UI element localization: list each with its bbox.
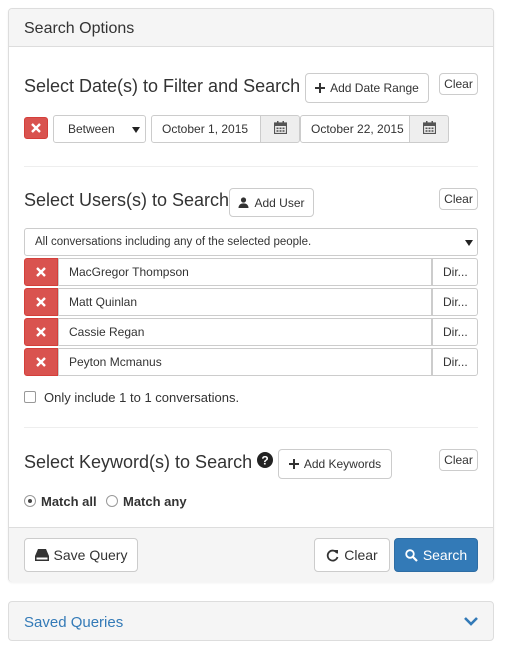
help-icon[interactable]: ? (257, 452, 273, 471)
dates-clear-label: Clear (444, 77, 473, 91)
calendar-icon (273, 121, 287, 137)
match-all-radio[interactable] (24, 495, 36, 507)
close-icon (36, 355, 46, 370)
keywords-section-title: Select Keyword(s) to Search (24, 452, 253, 472)
users-clear-button[interactable]: Clear (439, 188, 478, 210)
remove-user-button[interactable] (24, 258, 58, 286)
user-direction-value: Dir... (443, 355, 468, 369)
one-to-one-label: Only include 1 to 1 conversations. (44, 390, 240, 405)
start-date-value: October 1, 2015 (162, 122, 249, 136)
end-date-picker[interactable] (409, 115, 449, 143)
add-date-range-button[interactable]: Add Date Range (305, 73, 429, 103)
saved-queries-panel[interactable]: Saved Queries (8, 601, 494, 641)
user-direction-select[interactable]: Dir... (432, 318, 478, 346)
save-query-button[interactable]: Save Query (24, 538, 138, 572)
match-all-label: Match all (41, 494, 97, 509)
clear-all-button[interactable]: Clear (314, 538, 390, 572)
section-divider (24, 427, 478, 428)
plus-icon (288, 459, 299, 469)
user-match-mode-value: All conversations including any of the s… (35, 236, 312, 248)
user-name: MacGregor Thompson (69, 265, 189, 279)
clear-all-label: Clear (344, 547, 378, 563)
add-date-range-label: Add Date Range (330, 81, 419, 95)
end-date-input[interactable]: October 22, 2015 (300, 115, 410, 143)
section-divider (24, 166, 478, 167)
remove-date-button[interactable] (24, 117, 48, 139)
user-name: Cassie Regan (69, 325, 145, 339)
search-options-panel: Search Options Select Date(s) to Filter … (8, 8, 494, 582)
dates-clear-button[interactable]: Clear (439, 73, 478, 95)
add-user-button[interactable]: Add User (229, 188, 314, 217)
save-query-label: Save Query (53, 547, 128, 563)
one-to-one-checkbox[interactable] (24, 391, 36, 403)
user-name: Peyton Mcmanus (69, 355, 162, 369)
user-direction-value: Dir... (443, 265, 468, 279)
calendar-icon (422, 121, 436, 137)
plus-icon (315, 83, 326, 93)
remove-user-button[interactable] (24, 318, 58, 346)
close-icon (36, 325, 46, 340)
user-name-field[interactable]: Matt Quinlan (58, 288, 432, 316)
keywords-clear-button[interactable]: Clear (439, 449, 478, 471)
search-label: Search (422, 547, 468, 563)
chevron-down-icon (465, 240, 473, 246)
date-operator-value: Between (68, 122, 115, 136)
panel-heading: Search Options (9, 9, 493, 47)
close-icon (31, 121, 41, 136)
user-direction-select[interactable]: Dir... (432, 288, 478, 316)
user-name: Matt Quinlan (69, 295, 138, 309)
start-date-picker[interactable] (260, 115, 300, 143)
user-name-field[interactable]: Peyton Mcmanus (58, 348, 432, 376)
user-match-mode-select[interactable]: All conversations including any of the s… (24, 228, 478, 256)
user-direction-value: Dir... (443, 325, 468, 339)
panel-title: Search Options (24, 20, 135, 37)
add-keywords-button[interactable]: Add Keywords (278, 449, 392, 479)
user-icon (238, 197, 249, 208)
svg-text:?: ? (261, 454, 268, 468)
user-direction-value: Dir... (443, 295, 468, 309)
add-keywords-label: Add Keywords (303, 457, 382, 471)
users-clear-label: Clear (444, 192, 473, 206)
hdd-icon (34, 549, 49, 561)
end-date-value: October 22, 2015 (311, 122, 404, 136)
chevron-down-icon[interactable] (464, 614, 478, 629)
dates-section-title: Select Date(s) to Filter and Search (24, 76, 301, 96)
chevron-down-icon (132, 127, 140, 133)
add-user-label: Add User (254, 195, 305, 210)
keywords-clear-label: Clear (444, 453, 473, 467)
refresh-icon (326, 549, 339, 562)
user-name-field[interactable]: Cassie Regan (58, 318, 432, 346)
close-icon (36, 265, 46, 280)
remove-user-button[interactable] (24, 348, 58, 376)
user-direction-select[interactable]: Dir... (432, 348, 478, 376)
close-icon (36, 295, 46, 310)
saved-queries-title: Saved Queries (24, 614, 124, 631)
start-date-input[interactable]: October 1, 2015 (151, 115, 261, 143)
user-name-field[interactable]: MacGregor Thompson (58, 258, 432, 286)
users-section-title: Select Users(s) to Search (24, 190, 230, 210)
search-button[interactable]: Search (394, 538, 478, 572)
match-any-label: Match any (123, 494, 187, 509)
match-any-radio[interactable] (106, 495, 118, 507)
user-direction-select[interactable]: Dir... (432, 258, 478, 286)
search-icon (405, 548, 418, 562)
remove-user-button[interactable] (24, 288, 58, 316)
